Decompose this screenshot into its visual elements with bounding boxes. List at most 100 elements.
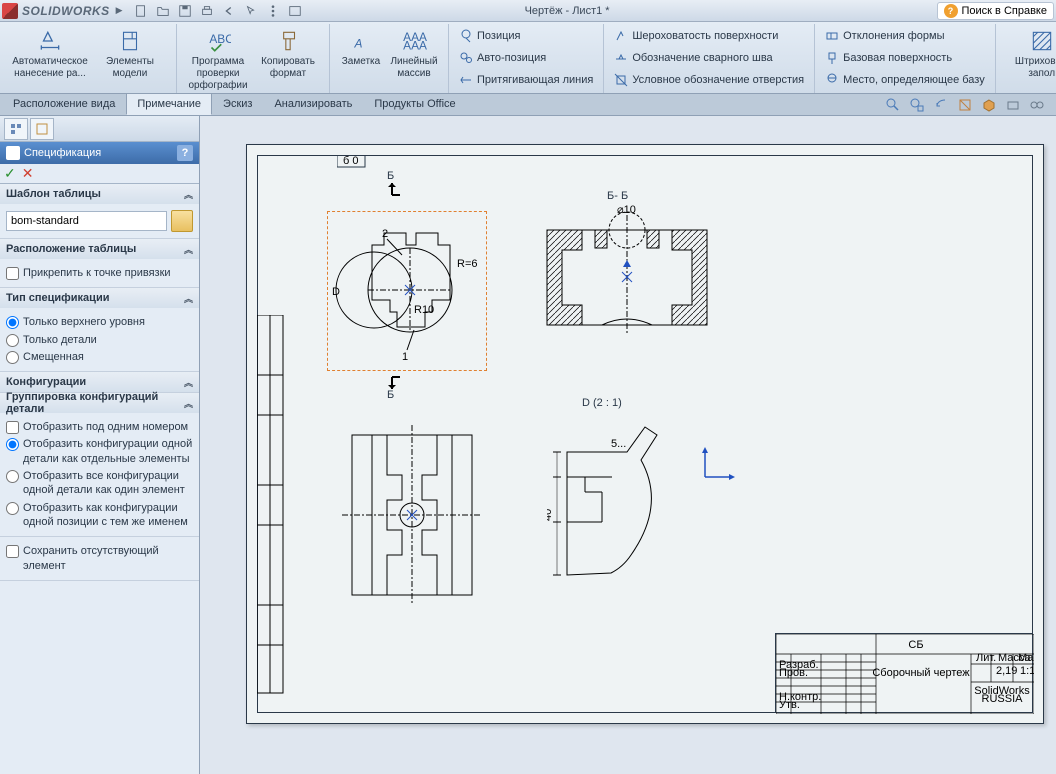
section-arrow-icon	[382, 373, 402, 389]
drawing-view-detail-d[interactable]: 40 5...	[547, 417, 687, 597]
gtol-icon	[825, 29, 839, 43]
pm-help-button[interactable]: ?	[177, 145, 193, 161]
section-view-button[interactable]	[954, 95, 976, 115]
parts-only-label: Только детали	[23, 333, 97, 347]
document-title: Чертёж - Лист1 *	[525, 5, 610, 17]
weld-icon	[614, 51, 628, 65]
magnetic-line-button[interactable]: Притягивающая линия	[455, 70, 597, 90]
svg-text:40: 40	[547, 509, 554, 521]
tab-sketch[interactable]: Эскиз	[212, 93, 263, 115]
balloon-button[interactable]: Позиция	[455, 26, 597, 46]
template-input[interactable]	[6, 211, 167, 231]
dimension-icon	[37, 28, 63, 54]
keep-missing-checkbox[interactable]	[6, 545, 19, 558]
linear-pattern-button[interactable]: AAAAAA Линейный массив	[386, 26, 442, 82]
bom-icon	[6, 146, 20, 160]
display-one-item-radio[interactable]	[6, 470, 19, 483]
quick-access-toolbar	[131, 2, 305, 20]
note-button[interactable]: A Заметка	[336, 26, 386, 70]
collapse-icon: ︽	[184, 188, 193, 201]
zone-tag: б 0	[337, 155, 367, 169]
undo-button[interactable]	[219, 2, 239, 20]
datum-target-icon	[825, 73, 839, 87]
help-icon: ?	[944, 4, 958, 18]
svg-text:R10: R10	[414, 304, 434, 316]
pattern-icon: AAAAAA	[401, 28, 427, 54]
app-menu-arrow: ▶	[116, 5, 123, 16]
indented-label: Смещенная	[23, 350, 84, 364]
auto-balloon-button[interactable]: Авто-позиция	[455, 48, 597, 68]
zoom-area-button[interactable]	[906, 95, 928, 115]
svg-text:Лит.: Лит.	[976, 652, 996, 664]
bom-type-header[interactable]: Тип спецификации︽	[0, 288, 199, 308]
new-button[interactable]	[131, 2, 151, 20]
table-location-header[interactable]: Расположение таблицы︽	[0, 239, 199, 259]
svg-text:Пров.: Пров.	[779, 667, 808, 679]
datum-feature-button[interactable]: Базовая поверхность	[821, 48, 989, 68]
drawing-canvas[interactable]: б 0 Б D 2 1 R=6 R1	[200, 116, 1056, 774]
tab-office[interactable]: Продукты Office	[363, 93, 466, 115]
hatch-fill-button[interactable]: Штриховка/запол	[1002, 26, 1056, 82]
display-separate-label: Отобразить конфигурации одной детали как…	[23, 437, 193, 466]
parts-only-radio[interactable]	[6, 334, 19, 347]
zoom-fit-button[interactable]	[882, 95, 904, 115]
weld-symbol-button[interactable]: Обозначение сварного шва	[610, 48, 808, 68]
search-placeholder: Поиск в Справке	[962, 5, 1047, 17]
select-button[interactable]	[241, 2, 261, 20]
print-button[interactable]	[197, 2, 217, 20]
save-button[interactable]	[175, 2, 195, 20]
auto-dimension-button[interactable]: Автоматическое нанесение ра...	[10, 26, 90, 82]
feature-tree-tab[interactable]	[4, 118, 28, 140]
rebuild-button[interactable]	[263, 2, 283, 20]
indented-radio[interactable]	[6, 351, 19, 364]
hole-callout-button[interactable]: Условное обозначение отверстия	[610, 70, 808, 90]
drawing-view-top[interactable]	[337, 420, 487, 605]
svg-text:RUSSIA: RUSSIA	[982, 693, 1024, 705]
svg-text:5...: 5...	[611, 438, 626, 450]
section-label-b-bot: Б	[387, 389, 394, 401]
part-config-grouping-header[interactable]: Группировка конфигураций детали︽	[0, 393, 199, 413]
form-tolerance-button[interactable]: Отклонения формы	[821, 26, 989, 46]
view-orientation-button[interactable]	[1026, 95, 1048, 115]
drawing-sheet[interactable]: б 0 Б D 2 1 R=6 R1	[246, 144, 1044, 724]
drawing-view-front[interactable]: D 2 1 R=6 R10	[332, 215, 482, 365]
template-section-header[interactable]: Шаблон таблицы︽	[0, 184, 199, 204]
open-button[interactable]	[153, 2, 173, 20]
top-level-label: Только верхнего уровня	[23, 315, 145, 329]
datum-target-button[interactable]: Место, определяющее базу	[821, 70, 989, 90]
svg-text:ABC: ABC	[209, 32, 231, 46]
spellcheck-icon: ABC	[205, 28, 231, 54]
svg-text:2,19: 2,19	[996, 665, 1017, 677]
title-block[interactable]: СБ Сборочный чертеж SolidWorks RUSSIA Ра…	[775, 633, 1033, 713]
display-one-label: Отобразить под одним номером	[23, 420, 188, 434]
magnetic-line-icon	[459, 73, 473, 87]
display-same-name-radio[interactable]	[6, 502, 19, 515]
tab-analyze[interactable]: Анализировать	[263, 93, 363, 115]
hide-show-button[interactable]	[1002, 95, 1024, 115]
top-level-radio[interactable]	[6, 316, 19, 329]
display-one-checkbox[interactable]	[6, 421, 19, 434]
prev-view-button[interactable]	[930, 95, 952, 115]
property-manager-body: Шаблон таблицы︽ Расположение таблицы︽ Пр…	[0, 184, 199, 774]
svg-text:1:1: 1:1	[1020, 665, 1034, 677]
ok-button[interactable]: ✓	[4, 165, 16, 182]
app-logo[interactable]: SOLIDWORKS ▶	[2, 3, 123, 19]
tab-view-layout[interactable]: Расположение вида	[2, 93, 126, 115]
search-help-box[interactable]: ? Поиск в Справке	[937, 2, 1054, 20]
cancel-button[interactable]: ✕	[22, 165, 34, 182]
display-style-button[interactable]	[978, 95, 1000, 115]
display-separate-radio[interactable]	[6, 438, 19, 451]
display-one-item-label: Отобразить все конфигурации одной детали…	[23, 469, 193, 498]
template-browse-button[interactable]	[171, 210, 193, 232]
spellcheck-button[interactable]: ABC Программа проверки орфографии	[183, 26, 253, 94]
drawing-view-section-bb[interactable]: ⌀10	[537, 205, 717, 355]
attach-anchor-checkbox[interactable]	[6, 267, 19, 280]
model-items-button[interactable]: Элементы модели	[90, 26, 170, 82]
configurations-header[interactable]: Конфигурации︽	[0, 372, 199, 392]
model-items-icon	[117, 28, 143, 54]
property-manager-tab[interactable]	[30, 118, 54, 140]
copy-format-button[interactable]: Копировать формат	[253, 26, 323, 82]
options-button[interactable]	[285, 2, 305, 20]
surface-finish-button[interactable]: Шероховатость поверхности	[610, 26, 808, 46]
tab-annotation[interactable]: Примечание	[126, 93, 212, 115]
